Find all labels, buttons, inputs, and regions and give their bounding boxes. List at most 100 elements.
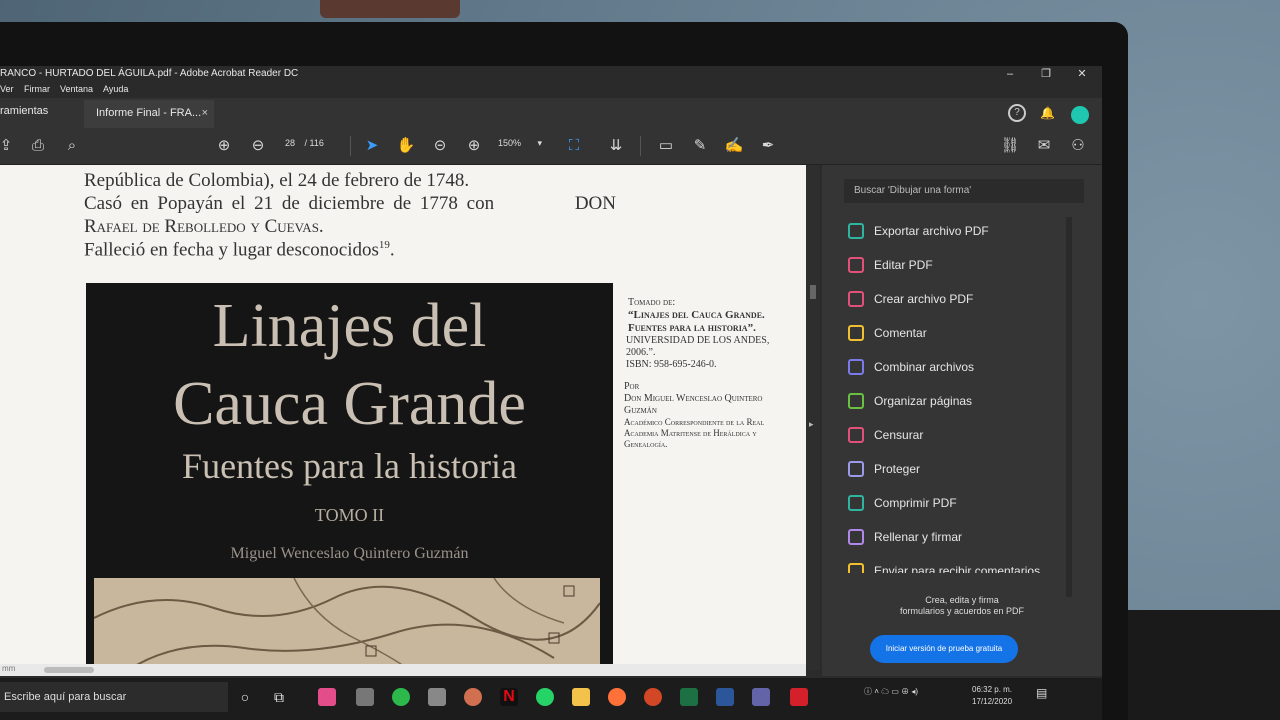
highlight-pen-icon[interactable]: ✎: [690, 136, 710, 156]
scroll-mode-icon[interactable]: ⇊: [606, 136, 626, 156]
fit-page-icon[interactable]: ⛶: [564, 136, 584, 156]
cover-subtitle: Fuentes para la historia: [182, 446, 517, 486]
link-icon[interactable]: ⛓: [1000, 136, 1020, 156]
tool-label: Combinar archivos: [874, 360, 975, 374]
horizontal-scrollbar[interactable]: mm: [0, 664, 806, 676]
app-icon-2[interactable]: [356, 688, 374, 706]
app-icon-1[interactable]: [318, 688, 336, 706]
clock-date: 17/12/2020: [972, 697, 1013, 706]
tool-label: Editar PDF: [874, 258, 933, 272]
tool-label: Comprimir PDF: [874, 496, 957, 510]
tool-item-enviar-para-recibir-comentarios[interactable]: Enviar para recibir comentarios: [844, 557, 1084, 573]
store-icon[interactable]: [428, 688, 446, 706]
system-tray-icons[interactable]: ⓘ ˄ ☁ ▭ ⊕ ◂): [864, 686, 918, 697]
tool-item-editar-pdf[interactable]: Editar PDF: [844, 251, 1084, 279]
tool-item-combinar-archivos[interactable]: Combinar archivos: [844, 353, 1084, 381]
tab-document[interactable]: Informe Final - FRA... ×: [84, 100, 214, 128]
file-explorer-icon[interactable]: [572, 688, 590, 706]
powerpoint-icon[interactable]: [644, 688, 662, 706]
doc-line-2: Casó en Popayán el 21 de diciembre de 17…: [84, 193, 616, 215]
comment-icon[interactable]: ▭: [656, 136, 676, 156]
document-view[interactable]: República de Colombia), el 24 de febrero…: [0, 165, 806, 670]
teams-icon[interactable]: [752, 688, 770, 706]
tool-item-comprimir-pdf[interactable]: Comprimir PDF: [844, 489, 1084, 517]
zoom-search-icon[interactable]: ⌕: [62, 136, 82, 156]
zoom-select[interactable]: 150% ▾: [498, 138, 546, 149]
cover-title-line-1: Linajes del: [212, 292, 487, 360]
caption-publisher: UNIVERSIDAD DE LOS ANDES, 2006.”.: [626, 335, 770, 358]
tool-icon: [848, 325, 864, 341]
zoom-value: 150%: [498, 138, 522, 148]
tool-item-exportar-archivo-pdf[interactable]: Exportar archivo PDF⌄: [844, 217, 1084, 245]
bell-icon[interactable]: 🔔: [1040, 106, 1055, 120]
close-button[interactable]: ✕: [1064, 66, 1100, 82]
ruler-unit: mm: [2, 664, 16, 673]
vertical-scrollbar[interactable]: ▸: [806, 165, 820, 670]
taskbar-search-input[interactable]: Escribe aquí para buscar: [0, 682, 228, 712]
tool-item-rellenar-y-firmar[interactable]: Rellenar y firmar: [844, 523, 1084, 551]
tools-scrollbar[interactable]: [1066, 217, 1072, 597]
page-number-input[interactable]: 28: [278, 138, 302, 148]
tab-close-icon[interactable]: ×: [202, 100, 208, 126]
tool-item-censurar[interactable]: Censurar: [844, 421, 1084, 449]
menu-ver[interactable]: Ver: [0, 84, 14, 94]
menu-ayuda[interactable]: Ayuda: [103, 84, 128, 94]
cortana-icon[interactable]: ○: [236, 688, 254, 706]
book-cover-image: Linajes del Cauca Grande Fuentes para la…: [86, 283, 613, 670]
previous-page-icon[interactable]: ⊕: [214, 136, 234, 156]
firefox-icon[interactable]: [608, 688, 626, 706]
maximize-button[interactable]: ❐: [1028, 66, 1064, 82]
acrobat-icon[interactable]: [790, 688, 808, 706]
horizontal-scroll-thumb[interactable]: [44, 667, 94, 673]
menu-bar: Ver Firmar Ventana Ayuda: [0, 82, 1102, 98]
avatar[interactable]: [1071, 106, 1089, 124]
background-object: [320, 0, 460, 18]
tool-icon: [848, 359, 864, 375]
sign-icon[interactable]: ✒: [758, 136, 778, 156]
paint-icon[interactable]: [464, 688, 482, 706]
email-icon[interactable]: ✉: [1034, 136, 1054, 156]
whatsapp-icon[interactable]: [536, 688, 554, 706]
caption-book-title: “Linajes del Cauca Grande. Fuentes para …: [628, 309, 765, 334]
tool-item-comentar[interactable]: Comentar: [844, 319, 1084, 347]
map-lines-graphic: [94, 578, 600, 670]
clock-time: 06:32 p. m.: [972, 685, 1013, 694]
toolbar-divider: [640, 136, 641, 156]
help-icon[interactable]: ?: [1008, 104, 1026, 122]
share-icon[interactable]: ⇪: [0, 136, 16, 156]
tool-item-organizar-páginas[interactable]: Organizar páginas: [844, 387, 1084, 415]
excel-icon[interactable]: [680, 688, 698, 706]
tool-label: Rellenar y firmar: [874, 530, 963, 544]
app-icon-3[interactable]: [392, 688, 410, 706]
zoom-out-icon[interactable]: ⊝: [430, 136, 450, 156]
title-bar: RANCO - HURTADO DEL ÁGUILA.pdf - Adobe A…: [0, 66, 1102, 82]
netflix-icon[interactable]: N: [500, 688, 518, 706]
free-trial-button[interactable]: Iniciar versión de prueba gratuita: [870, 635, 1018, 663]
tool-icon: [848, 563, 864, 573]
word-icon[interactable]: [716, 688, 734, 706]
notifications-icon[interactable]: ▤: [1036, 686, 1047, 700]
vertical-scroll-thumb[interactable]: [810, 285, 816, 299]
panel-collapse-icon[interactable]: ▸: [809, 419, 814, 430]
tool-label: Enviar para recibir comentarios: [874, 564, 1041, 573]
tool-item-crear-archivo-pdf[interactable]: Crear archivo PDF⌄: [844, 285, 1084, 313]
draw-icon[interactable]: ✍: [724, 136, 744, 156]
next-page-icon[interactable]: ⊖: [248, 136, 268, 156]
window-title: RANCO - HURTADO DEL ÁGUILA.pdf - Adobe A…: [0, 68, 299, 79]
hand-tool-icon[interactable]: ✋: [396, 136, 416, 156]
clock[interactable]: 06:32 p. m. 17/12/2020: [972, 684, 1012, 708]
tab-tools[interactable]: ramientas: [0, 98, 78, 128]
task-view-icon[interactable]: ⧉: [270, 688, 288, 706]
zoom-in-icon[interactable]: ⊕: [464, 136, 484, 156]
doc-line-3: Rafael de Rebolledo y Cuevas.: [84, 216, 324, 237]
menu-ventana[interactable]: Ventana: [60, 84, 93, 94]
add-user-icon[interactable]: ⚇: [1068, 136, 1088, 156]
menu-firmar[interactable]: Firmar: [24, 84, 50, 94]
print-icon[interactable]: ⎙: [28, 136, 48, 156]
tools-search-input[interactable]: Buscar 'Dibujar una forma': [844, 179, 1084, 203]
select-cursor-icon[interactable]: ➤: [362, 136, 382, 156]
footnote-ref[interactable]: 19: [379, 239, 390, 251]
tool-item-proteger[interactable]: Proteger: [844, 455, 1084, 483]
toolbar-divider: [350, 136, 351, 156]
minimize-button[interactable]: –: [992, 66, 1028, 82]
